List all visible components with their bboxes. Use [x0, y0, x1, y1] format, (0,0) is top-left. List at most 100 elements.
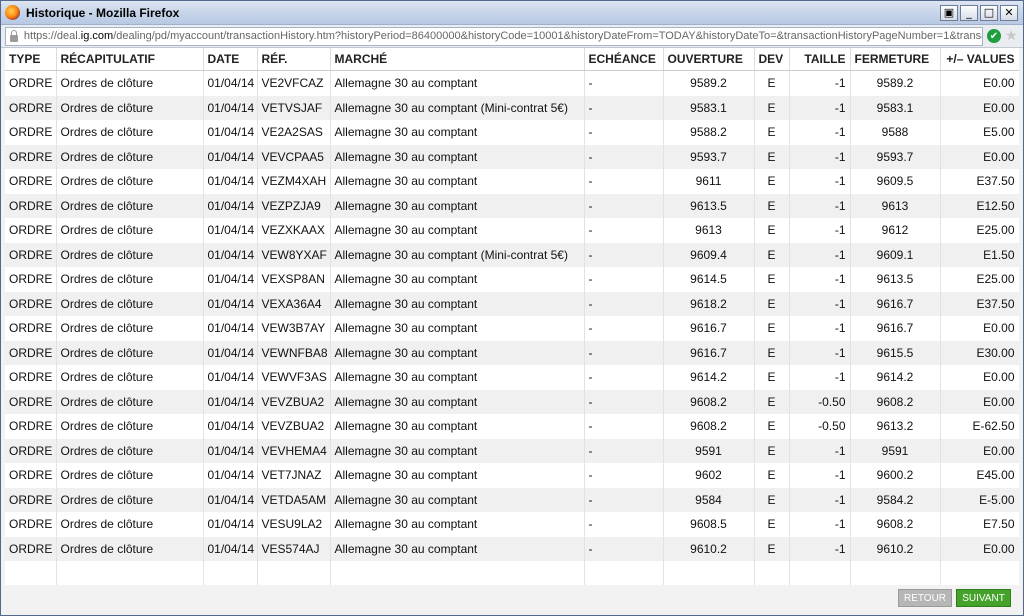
table-row[interactable]: ORDRE Ordres de clôture 01/04/14 VETDA5AM Al…: [5, 487, 1019, 512]
table-cell: -: [584, 389, 664, 414]
table-cell: 01/04/14: [203, 193, 258, 218]
table-cell: -: [584, 414, 664, 439]
table-row[interactable]: ORDRE Ordres de clôture 01/04/14 VEVZBUA2 Al…: [5, 389, 1019, 414]
table-row[interactable]: ORDRE Ordres de clôture 01/04/14 VEZXKAAX Al…: [5, 218, 1019, 243]
table-cell: -1: [789, 365, 851, 390]
table-cell: 9608.2: [850, 389, 941, 414]
table-cell: -: [584, 267, 664, 292]
table-cell: 9608.5: [663, 512, 755, 537]
table-cell: 9612: [850, 218, 941, 243]
table-cell: -: [584, 144, 664, 169]
table-row[interactable]: ORDRE Ordres de clôture 01/04/14 VESU9LA2 Al…: [5, 512, 1019, 537]
table-row[interactable]: ORDRE Ordres de clôture 01/04/14 VEXA36A4 Al…: [5, 291, 1019, 316]
table-cell: VEZPZJA9: [257, 193, 331, 218]
table-cell: 9609.5: [850, 169, 941, 194]
table-cell: VETVSJAF: [257, 95, 331, 120]
table-row[interactable]: ORDRE Ordres de clôture 01/04/14 VEZM4XAH Al…: [5, 169, 1019, 194]
table-cell: ORDRE: [5, 144, 57, 169]
window-title: Historique - Mozilla Firefox: [26, 5, 180, 20]
table-row[interactable]: ORDRE Ordres de clôture 01/04/14 VEZPZJA9 Al…: [5, 193, 1019, 218]
table-row[interactable]: ORDRE Ordres de clôture 01/04/14 VE2VFCAZ Al…: [5, 70, 1019, 96]
table-cell: E0.00: [940, 70, 1019, 96]
table-cell: Ordres de clôture: [56, 316, 204, 341]
column-header: OUVERTURE: [663, 48, 755, 71]
table-cell: -: [584, 242, 664, 267]
table-row[interactable]: ORDRE Ordres de clôture 01/04/14 VEW3B7AY Al…: [5, 316, 1019, 341]
table-cell: 9618.2: [663, 291, 755, 316]
lock-icon: [10, 29, 18, 42]
table-row[interactable]: ORDRE Ordres de clôture 01/04/14 VES574AJ Al…: [5, 536, 1019, 561]
table-cell: Ordres de clôture: [56, 70, 204, 96]
table-cell: E: [754, 389, 790, 414]
suivant-button[interactable]: SUIVANT: [956, 589, 1011, 607]
table-cell: E: [754, 438, 790, 463]
table-cell: 9589.2: [663, 70, 755, 96]
column-header: +/– VALUES: [940, 48, 1019, 71]
table-cell: E5.00: [940, 120, 1019, 145]
url-field[interactable]: https://deal.ig.com/dealing/pd/myaccount…: [5, 26, 983, 46]
empty-cell: [330, 561, 585, 585]
table-cell: Allemagne 30 au comptant: [330, 144, 585, 169]
table-cell: ORDRE: [5, 487, 57, 512]
url-text: https://deal.ig.com/dealing/pd/myaccount…: [24, 30, 982, 42]
table-cell: Allemagne 30 au comptant: [330, 267, 585, 292]
table-row[interactable]: ORDRE Ordres de clôture 01/04/14 VEVCPAA5 Al…: [5, 144, 1019, 169]
table-cell: ORDRE: [5, 463, 57, 488]
maximize-icon[interactable]: □: [980, 4, 998, 21]
empty-cell: [789, 561, 851, 585]
table-cell: 01/04/14: [203, 316, 258, 341]
table-cell: 9608.2: [850, 512, 941, 537]
table-cell: Ordres de clôture: [56, 536, 204, 561]
column-header: TYPE: [5, 48, 57, 71]
table-row[interactable]: ORDRE Ordres de clôture 01/04/14 VEVZBUA2 Al…: [5, 414, 1019, 439]
bookmark-star-icon[interactable]: ★: [1005, 29, 1019, 43]
close-icon[interactable]: ✕: [1000, 4, 1018, 21]
table-cell: E12.50: [940, 193, 1019, 218]
table-cell: -: [584, 95, 664, 120]
table-cell: VEW3B7AY: [257, 316, 331, 341]
table-cell: -0.50: [789, 414, 851, 439]
table-row[interactable]: ORDRE Ordres de clôture 01/04/14 VE2A2SAS Al…: [5, 120, 1019, 145]
table-cell: -: [584, 169, 664, 194]
table-row[interactable]: ORDRE Ordres de clôture 01/04/14 VEWNFBA8 Al…: [5, 340, 1019, 365]
table-cell: 9583.1: [850, 95, 941, 120]
table-cell: 01/04/14: [203, 365, 258, 390]
header-row: TYPE RÉCAPITULATIF DATE RÉF. MARCHÉ ECHÉANCE O…: [5, 48, 1019, 71]
table-cell: 9614.2: [850, 365, 941, 390]
table-cell: 9588.2: [663, 120, 755, 145]
table-cell: Allemagne 30 au comptant: [330, 438, 585, 463]
table-cell: -1: [789, 144, 851, 169]
table-row[interactable]: ORDRE Ordres de clôture 01/04/14 VEWVF3AS Al…: [5, 365, 1019, 390]
table-cell: Allemagne 30 au comptant: [330, 193, 585, 218]
window-controls: ▣ _ □ ✕: [940, 4, 1023, 21]
table-cell: ORDRE: [5, 389, 57, 414]
table-row[interactable]: ORDRE Ordres de clôture 01/04/14 VETVSJAF Al…: [5, 95, 1019, 120]
table-row[interactable]: ORDRE Ordres de clôture 01/04/14 VEXSP8AN Al…: [5, 267, 1019, 292]
table-cell: 01/04/14: [203, 144, 258, 169]
table-cell: 01/04/14: [203, 70, 258, 96]
table-cell: 01/04/14: [203, 512, 258, 537]
table-cell: ORDRE: [5, 218, 57, 243]
retour-button[interactable]: RETOUR: [898, 589, 952, 607]
table-cell: Allemagne 30 au comptant: [330, 70, 585, 96]
table-row[interactable]: ORDRE Ordres de clôture 01/04/14 VEVHEMA4 Al…: [5, 438, 1019, 463]
table-cell: 9588: [850, 120, 941, 145]
minimize-icon[interactable]: _: [960, 4, 978, 21]
url-host: ig.com: [80, 30, 114, 42]
restore-icon[interactable]: ▣: [940, 4, 958, 21]
table-cell: E0.00: [940, 389, 1019, 414]
table-cell: E: [754, 218, 790, 243]
table-cell: Allemagne 30 au comptant (Mini-contrat 5…: [330, 95, 585, 120]
table-cell: E37.50: [940, 169, 1019, 194]
table-cell: E: [754, 169, 790, 194]
table-row[interactable]: ORDRE Ordres de clôture 01/04/14 VEW8YXAF Al…: [5, 242, 1019, 267]
verified-check-icon[interactable]: ✔: [987, 29, 1001, 43]
table-cell: 9609.1: [850, 242, 941, 267]
table-cell: -1: [789, 95, 851, 120]
table-cell: 9613.5: [850, 267, 941, 292]
table-cell: VEVZBUA2: [257, 389, 331, 414]
table-cell: Ordres de clôture: [56, 414, 204, 439]
table-row[interactable]: ORDRE Ordres de clôture 01/04/14 VET7JNAZ Al…: [5, 463, 1019, 488]
table-cell: E: [754, 316, 790, 341]
table-cell: E30.00: [940, 340, 1019, 365]
